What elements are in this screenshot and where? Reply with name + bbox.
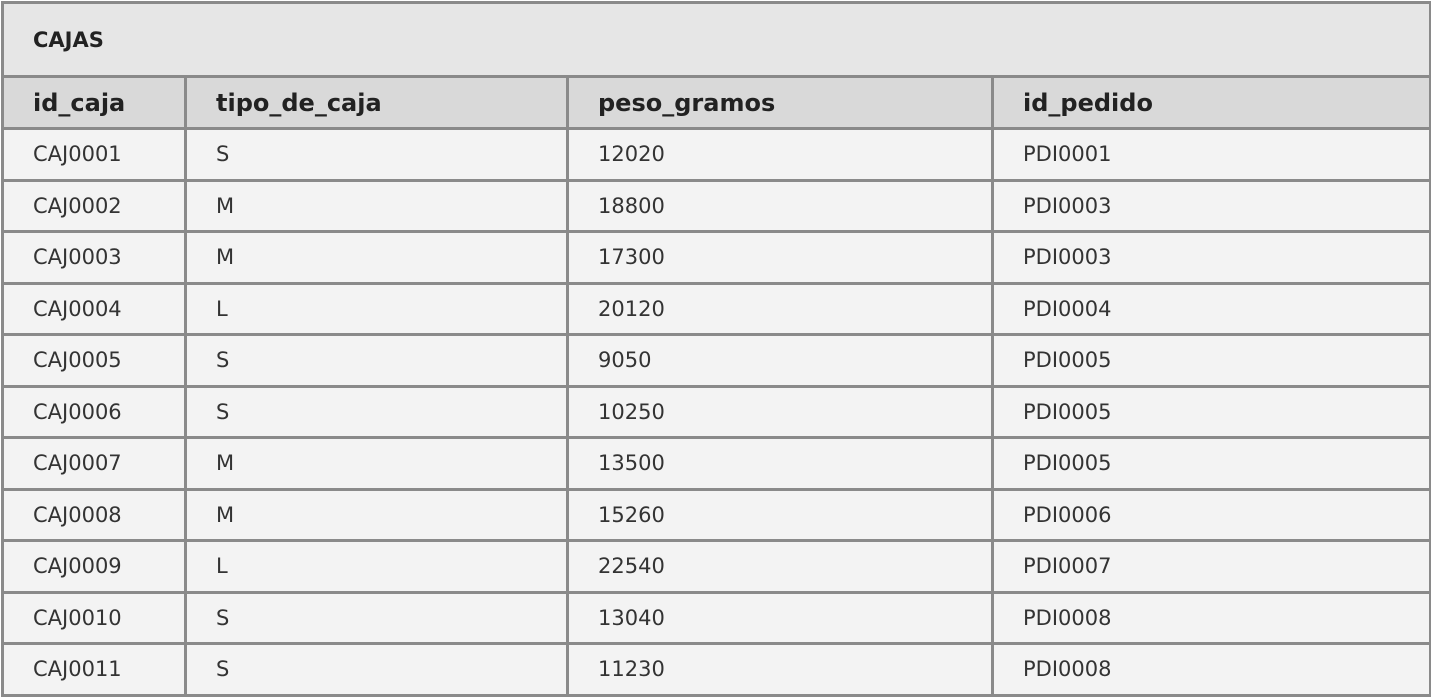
cell-peso-gramos: 13500: [566, 436, 994, 491]
cell-peso-gramos: 22540: [566, 539, 994, 594]
cell-peso-gramos: 9050: [566, 333, 994, 388]
cell-id-pedido: PDI0004: [990, 281, 1431, 336]
column-header-tipo-de-caja: tipo_de_caja: [184, 75, 569, 130]
cell-id-pedido: PDI0005: [990, 384, 1431, 439]
table-title: CAJAS: [0, 1, 1431, 78]
cell-id-pedido: PDI0006: [990, 487, 1431, 542]
cell-id-pedido: PDI0005: [990, 436, 1431, 491]
cell-tipo-de-caja: S: [184, 642, 569, 697]
cell-peso-gramos: 10250: [566, 384, 994, 439]
cell-peso-gramos: 12020: [566, 127, 994, 182]
cell-tipo-de-caja: L: [184, 281, 569, 336]
table-row: CAJ0001 S 12020 PDI0001: [1, 127, 1431, 182]
cell-tipo-de-caja: M: [184, 436, 569, 491]
cell-id-caja: CAJ0010: [1, 590, 187, 645]
cell-tipo-de-caja: M: [184, 178, 569, 233]
cajas-table: CAJAS id_caja tipo_de_caja peso_gramos i…: [0, 1, 1431, 697]
cell-id-pedido: PDI0001: [990, 127, 1431, 182]
table-row: CAJ0005 S 9050 PDI0005: [1, 333, 1431, 388]
cell-id-pedido: PDI0008: [990, 590, 1431, 645]
cell-tipo-de-caja: L: [184, 539, 569, 594]
column-header-id-pedido: id_pedido: [990, 75, 1431, 130]
table-row: CAJ0008 M 15260 PDI0006: [1, 487, 1431, 542]
column-header-peso-gramos: peso_gramos: [566, 75, 994, 130]
cell-id-caja: CAJ0006: [1, 384, 187, 439]
table-row: CAJ0006 S 10250 PDI0005: [1, 384, 1431, 439]
cell-tipo-de-caja: M: [184, 487, 569, 542]
cell-tipo-de-caja: S: [184, 333, 569, 388]
cell-peso-gramos: 11230: [566, 642, 994, 697]
cell-id-caja: CAJ0002: [1, 178, 187, 233]
table-row: CAJ0002 M 18800 PDI0003: [1, 178, 1431, 233]
cell-peso-gramos: 18800: [566, 178, 994, 233]
table-title-row: CAJAS: [0, 1, 1431, 78]
cell-tipo-de-caja: S: [184, 384, 569, 439]
cell-id-caja: CAJ0007: [1, 436, 187, 491]
cell-peso-gramos: 20120: [566, 281, 994, 336]
cell-peso-gramos: 15260: [566, 487, 994, 542]
cell-tipo-de-caja: M: [184, 230, 569, 285]
column-header-id-caja: id_caja: [1, 75, 187, 130]
cell-tipo-de-caja: S: [184, 127, 569, 182]
cell-id-caja: CAJ0008: [1, 487, 187, 542]
cell-id-caja: CAJ0004: [1, 281, 187, 336]
table-row: CAJ0011 S 11230 PDI0008: [1, 642, 1431, 697]
table-row: CAJ0007 M 13500 PDI0005: [1, 436, 1431, 491]
cell-tipo-de-caja: S: [184, 590, 569, 645]
table-row: CAJ0010 S 13040 PDI0008: [1, 590, 1431, 645]
cell-id-pedido: PDI0007: [990, 539, 1431, 594]
table-header-row: id_caja tipo_de_caja peso_gramos id_pedi…: [1, 75, 1431, 130]
cell-id-pedido: PDI0003: [990, 178, 1431, 233]
cell-peso-gramos: 13040: [566, 590, 994, 645]
cell-id-caja: CAJ0003: [1, 230, 187, 285]
table-row: CAJ0009 L 22540 PDI0007: [1, 539, 1431, 594]
cajas-table-container: CAJAS id_caja tipo_de_caja peso_gramos i…: [0, 0, 1431, 697]
cell-id-pedido: PDI0003: [990, 230, 1431, 285]
table-row: CAJ0004 L 20120 PDI0004: [1, 281, 1431, 336]
cell-id-pedido: PDI0008: [990, 642, 1431, 697]
cell-id-caja: CAJ0011: [1, 642, 187, 697]
table-row: CAJ0003 M 17300 PDI0003: [1, 230, 1431, 285]
cell-id-pedido: PDI0005: [990, 333, 1431, 388]
cell-id-caja: CAJ0009: [1, 539, 187, 594]
cell-id-caja: CAJ0005: [1, 333, 187, 388]
cell-id-caja: CAJ0001: [1, 127, 187, 182]
cell-peso-gramos: 17300: [566, 230, 994, 285]
